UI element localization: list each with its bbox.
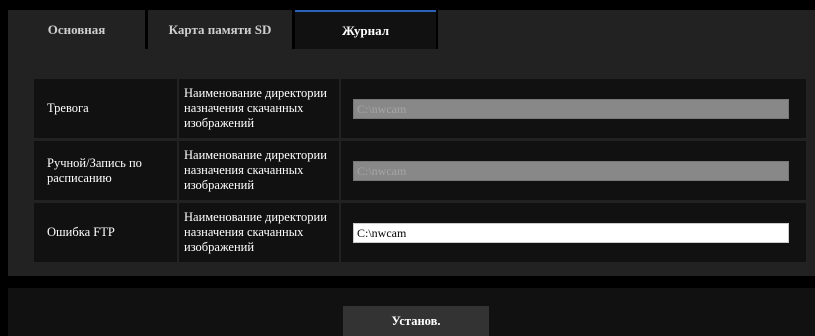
- row-field-label: Наименование директории назначения скача…: [179, 79, 339, 138]
- row-field-label: Наименование директории назначения скача…: [179, 141, 339, 200]
- table-row-ftp-error: Ошибка FTP Наименование директории назна…: [34, 203, 806, 262]
- row-category: Ошибка FTP: [34, 203, 177, 262]
- row-category-label: Ручной/Запись по расписанию: [47, 155, 142, 185]
- manual-schedule-directory-input[interactable]: [353, 161, 789, 181]
- row-value-cell: [341, 203, 806, 262]
- row-field-label-text: Наименование директории назначения скача…: [184, 86, 327, 130]
- tab-sd-card[interactable]: Карта памяти SD: [148, 10, 292, 49]
- tab-basic[interactable]: Основная: [8, 10, 145, 49]
- tab-basic-label: Основная: [47, 21, 106, 37]
- ftp-error-directory-input[interactable]: [353, 223, 789, 243]
- alarm-directory-input[interactable]: [353, 99, 789, 119]
- row-category-label: Тревога: [47, 101, 89, 115]
- settings-page: Основная Карта памяти SD Журнал Тревога …: [0, 0, 815, 336]
- row-value-cell: [341, 141, 806, 200]
- divider: [8, 276, 815, 288]
- row-value-cell: [341, 79, 806, 138]
- row-category: Ручной/Запись по расписанию: [34, 141, 177, 200]
- row-category: Тревога: [34, 79, 177, 138]
- tab-bar-fill: [438, 10, 815, 49]
- log-settings-panel: Тревога Наименование директории назначен…: [8, 49, 815, 276]
- set-button[interactable]: Установ.: [343, 306, 489, 336]
- log-settings-table: Тревога Наименование директории назначен…: [34, 79, 806, 262]
- tab-bar: Основная Карта памяти SD Журнал: [8, 10, 815, 49]
- tab-sd-card-label: Карта памяти SD: [168, 21, 272, 37]
- action-bar: Установ.: [8, 288, 815, 336]
- row-field-label-text: Наименование директории назначения скача…: [184, 210, 327, 254]
- table-row-alarm: Тревога Наименование директории назначен…: [34, 79, 806, 138]
- row-field-label-text: Наименование директории назначения скача…: [184, 148, 327, 192]
- tab-log-label: Журнал: [342, 22, 389, 38]
- row-category-label: Ошибка FTP: [47, 225, 115, 239]
- row-field-label: Наименование директории назначения скача…: [179, 203, 339, 262]
- table-row-manual-schedule: Ручной/Запись по расписанию Наименование…: [34, 141, 806, 200]
- tab-log[interactable]: Журнал: [295, 10, 436, 49]
